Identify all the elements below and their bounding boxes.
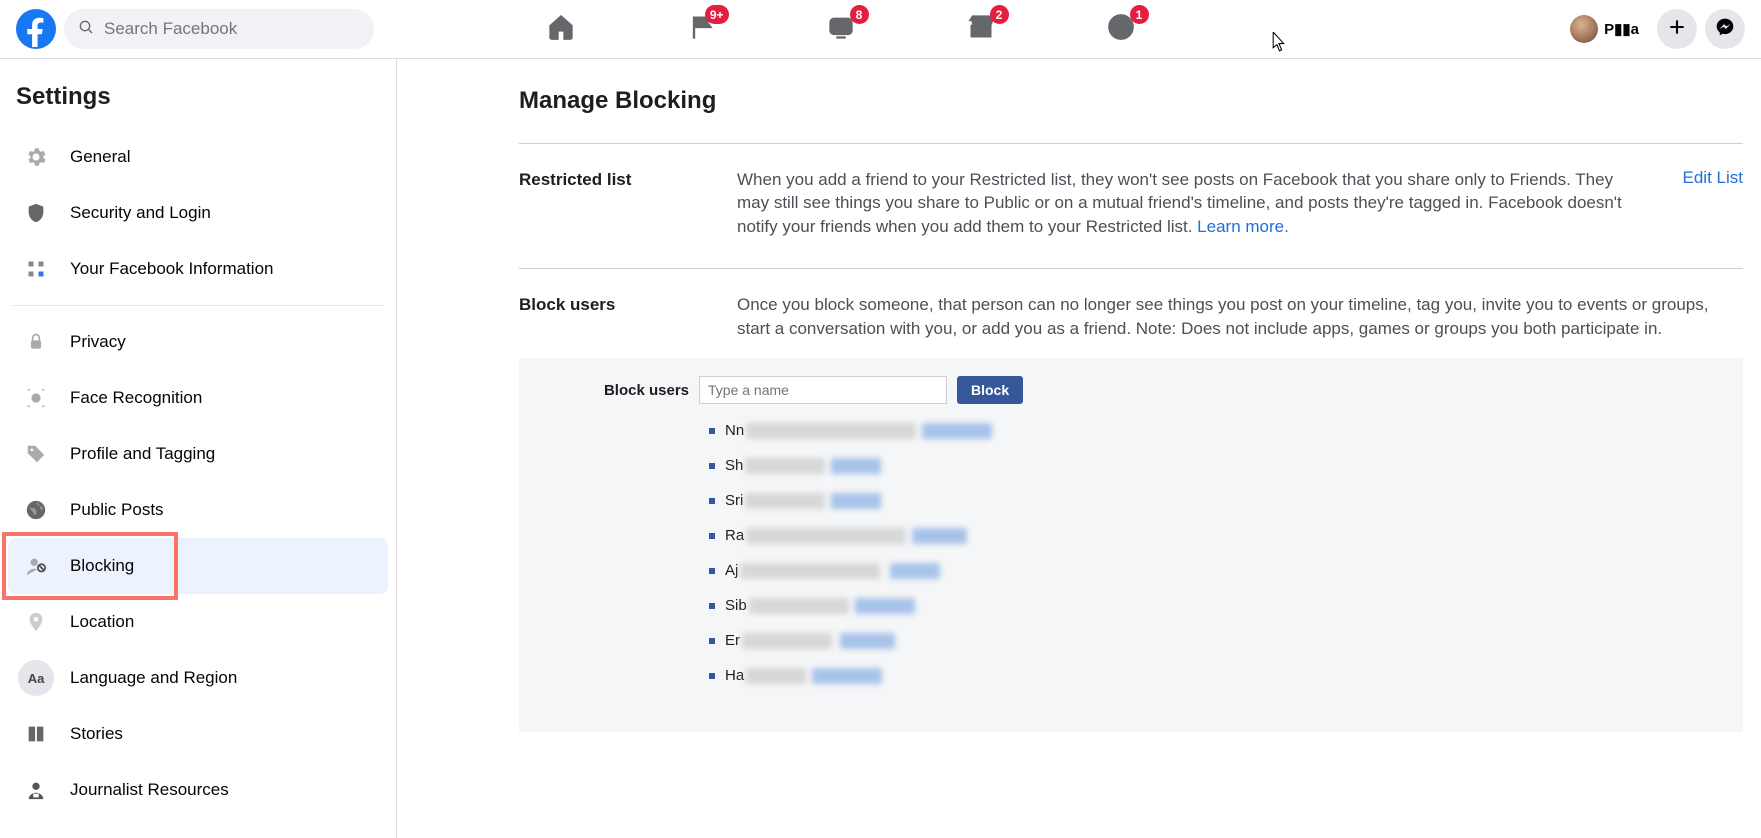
list-item: Sib bbox=[709, 597, 1719, 614]
section-heading: Block users bbox=[519, 293, 737, 340]
face-icon bbox=[18, 380, 54, 416]
badge-count: 1 bbox=[1130, 5, 1149, 24]
block-panel: Block users Block Nn Sh Sri Ra Aj Sib Er… bbox=[519, 358, 1743, 732]
sidebar-item-stories[interactable]: Stories bbox=[8, 706, 388, 762]
section-desc: When you add a friend to your Restricted… bbox=[737, 168, 1643, 238]
messenger-icon bbox=[1715, 17, 1735, 41]
sidebar-item-label: Stories bbox=[70, 724, 123, 744]
section-block-users: Block users Once you block someone, that… bbox=[519, 268, 1743, 762]
pin-icon bbox=[18, 604, 54, 640]
badge-count: 2 bbox=[990, 5, 1009, 24]
block-input-label: Block users bbox=[543, 382, 689, 399]
tag-icon bbox=[18, 436, 54, 472]
list-item: Ra bbox=[709, 527, 1719, 544]
sidebar-item-privacy[interactable]: Privacy bbox=[8, 314, 388, 370]
sidebar-item-label: Blocking bbox=[70, 556, 134, 576]
nav-pages[interactable]: 9+ bbox=[681, 9, 721, 49]
sidebar-item-journalist[interactable]: Journalist Resources bbox=[8, 762, 388, 818]
sidebar-item-label: General bbox=[70, 147, 130, 167]
sidebar-item-public-posts[interactable]: Public Posts bbox=[8, 482, 388, 538]
section-desc: Once you block someone, that person can … bbox=[737, 293, 1743, 340]
sidebar-item-face[interactable]: Face Recognition bbox=[8, 370, 388, 426]
app-header: 9+ 8 2 1 P▮▮a bbox=[0, 0, 1761, 59]
page-title: Manage Blocking bbox=[519, 87, 1743, 115]
shield-icon bbox=[18, 195, 54, 231]
sidebar-item-label: Face Recognition bbox=[70, 388, 202, 408]
main-content: Manage Blocking Restricted list When you… bbox=[397, 59, 1761, 838]
facebook-logo[interactable] bbox=[16, 9, 56, 49]
grid-icon bbox=[18, 251, 54, 287]
list-item: Sh bbox=[709, 457, 1719, 474]
sidebar-item-label: Profile and Tagging bbox=[70, 444, 215, 464]
sidebar-item-general[interactable]: General bbox=[8, 129, 388, 185]
list-item: Sri bbox=[709, 492, 1719, 509]
page-layout: Settings General Security and Login Your… bbox=[0, 59, 1761, 838]
nav-watch[interactable]: 8 bbox=[821, 9, 861, 49]
sidebar-item-label: Privacy bbox=[70, 332, 126, 352]
journalist-icon bbox=[18, 772, 54, 808]
search-icon bbox=[78, 19, 94, 39]
badge-count: 9+ bbox=[705, 5, 729, 24]
lock-icon bbox=[18, 324, 54, 360]
learn-more-link[interactable]: Learn more. bbox=[1197, 217, 1289, 236]
sidebar-item-label: Location bbox=[70, 612, 134, 632]
blocked-users-list: Nn Sh Sri Ra Aj Sib Er Ha bbox=[709, 422, 1719, 684]
list-item: Aj bbox=[709, 562, 1719, 579]
sidebar-item-location[interactable]: Location bbox=[8, 594, 388, 650]
top-nav: 9+ 8 2 1 bbox=[541, 9, 1141, 49]
cursor-icon bbox=[1272, 32, 1287, 52]
sidebar-item-label: Security and Login bbox=[70, 203, 211, 223]
header-right: P▮▮a bbox=[1566, 9, 1745, 49]
sidebar-item-label: Your Facebook Information bbox=[70, 259, 274, 279]
nav-home[interactable] bbox=[541, 9, 581, 49]
language-icon: Aa bbox=[18, 660, 54, 696]
block-name-input[interactable] bbox=[699, 376, 947, 404]
create-button[interactable] bbox=[1657, 9, 1697, 49]
list-item: Nn bbox=[709, 422, 1719, 439]
sidebar-item-label: Journalist Resources bbox=[70, 780, 229, 800]
home-icon bbox=[547, 13, 575, 45]
divider bbox=[12, 305, 384, 306]
badge-count: 8 bbox=[850, 5, 869, 24]
search-input[interactable] bbox=[104, 19, 360, 39]
list-item: Er bbox=[709, 632, 1719, 649]
sidebar-item-label: Language and Region bbox=[70, 668, 237, 688]
globe-icon bbox=[18, 492, 54, 528]
book-icon bbox=[18, 716, 54, 752]
sidebar-item-security[interactable]: Security and Login bbox=[8, 185, 388, 241]
plus-icon bbox=[1667, 17, 1687, 41]
list-item: Ha bbox=[709, 667, 1719, 684]
block-icon bbox=[18, 548, 54, 584]
sidebar-item-your-info[interactable]: Your Facebook Information bbox=[8, 241, 388, 297]
avatar bbox=[1570, 15, 1598, 43]
gear-icon bbox=[18, 139, 54, 175]
nav-groups[interactable]: 1 bbox=[1101, 9, 1141, 49]
section-restricted: Restricted list When you add a friend to… bbox=[519, 143, 1743, 268]
messenger-button[interactable] bbox=[1705, 9, 1745, 49]
section-heading: Restricted list bbox=[519, 168, 737, 238]
profile-name: P▮▮a bbox=[1604, 20, 1639, 38]
sidebar-item-label: Public Posts bbox=[70, 500, 164, 520]
search-bar[interactable] bbox=[64, 9, 374, 49]
sidebar-item-profile-tagging[interactable]: Profile and Tagging bbox=[8, 426, 388, 482]
nav-marketplace[interactable]: 2 bbox=[961, 9, 1001, 49]
sidebar-title: Settings bbox=[8, 79, 388, 129]
profile-chip[interactable]: P▮▮a bbox=[1566, 12, 1649, 46]
edit-list-link[interactable]: Edit List bbox=[1683, 168, 1743, 187]
sidebar-item-blocking[interactable]: Blocking bbox=[8, 538, 388, 594]
block-button[interactable]: Block bbox=[957, 376, 1023, 404]
sidebar: Settings General Security and Login Your… bbox=[0, 59, 397, 838]
sidebar-item-language[interactable]: Aa Language and Region bbox=[8, 650, 388, 706]
